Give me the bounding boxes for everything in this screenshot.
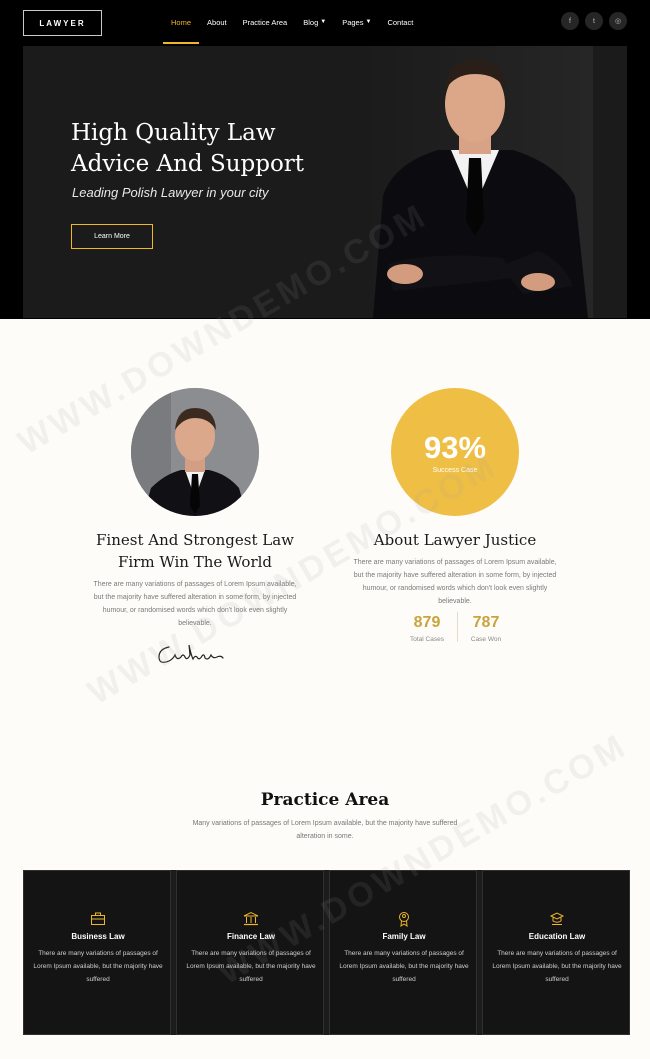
instagram-icon[interactable]: ◎ bbox=[609, 12, 627, 30]
practice-description: Many variations of passages of Lorem Ips… bbox=[192, 820, 458, 840]
success-label: Success Case bbox=[432, 466, 478, 474]
about-section: Finest And Strongest Law Firm Win The Wo… bbox=[0, 319, 650, 719]
main-menu: Home About Practice Area Blog ▼ Pages ▼ Co… bbox=[163, 0, 421, 44]
twitter-icon[interactable]: t bbox=[585, 12, 603, 30]
nav-item-home[interactable]: Home bbox=[163, 0, 200, 44]
chevron-down-icon: ▼ bbox=[365, 19, 372, 25]
practice-card-business-law[interactable]: Business Law There are many variations o… bbox=[23, 870, 171, 1035]
practice-card-education-law[interactable]: Education Law There are many variations … bbox=[482, 870, 630, 1035]
practice-card-family-law[interactable]: Family Law There are many variations of … bbox=[329, 870, 477, 1035]
chevron-down-icon: ▼ bbox=[320, 19, 327, 25]
nav-item-about[interactable]: About bbox=[199, 0, 235, 44]
counter-case-won: 787 Case Won bbox=[470, 614, 502, 643]
success-rate-circle: 93% Success Case bbox=[391, 388, 519, 516]
nav-item-blog[interactable]: Blog ▼ bbox=[295, 0, 334, 44]
practice-cards: Business Law There are many variations o… bbox=[23, 870, 630, 1035]
education-icon bbox=[549, 912, 565, 925]
nav-item-contact[interactable]: Contact bbox=[379, 0, 421, 44]
signature-image bbox=[158, 644, 224, 663]
briefcase-icon bbox=[91, 912, 105, 925]
practice-title: Practice Area bbox=[260, 790, 390, 810]
hero-banner: High Quality Law Advice And Support Lead… bbox=[23, 46, 627, 318]
facebook-icon[interactable]: f bbox=[561, 12, 579, 30]
hero-section: High Quality Law Advice And Support Lead… bbox=[0, 44, 650, 319]
site-logo[interactable]: LAWYER bbox=[23, 10, 102, 36]
about-right-text: There are many variations of passages of… bbox=[353, 559, 557, 605]
practice-card-finance-law[interactable]: Finance Law There are many variations of… bbox=[176, 870, 324, 1035]
hero-subtitle: Leading Polish Lawyer in your city bbox=[72, 185, 269, 200]
about-right-title: About Lawyer Justice bbox=[373, 531, 537, 549]
family-icon bbox=[399, 912, 409, 927]
about-left-title: Finest And Strongest Law Firm Win The Wo… bbox=[96, 531, 294, 571]
lawyer-portrait bbox=[131, 388, 259, 516]
learn-more-button[interactable]: Learn More bbox=[71, 224, 153, 249]
about-left-text: There are many variations of passages of… bbox=[93, 581, 297, 627]
nav-item-pages[interactable]: Pages ▼ bbox=[334, 0, 379, 44]
social-links: f t ◎ bbox=[561, 12, 627, 30]
bank-icon bbox=[243, 911, 259, 926]
hero-title: High Quality Law Advice And Support bbox=[71, 120, 305, 177]
navbar: LAWYER Home About Practice Area Blog ▼ Pa… bbox=[0, 0, 650, 44]
lawyer-photo bbox=[363, 46, 593, 318]
counter-total-cases: 879 Total Cases bbox=[410, 614, 444, 643]
success-percent: 93% bbox=[423, 429, 487, 465]
nav-item-practice-area[interactable]: Practice Area bbox=[235, 0, 296, 44]
